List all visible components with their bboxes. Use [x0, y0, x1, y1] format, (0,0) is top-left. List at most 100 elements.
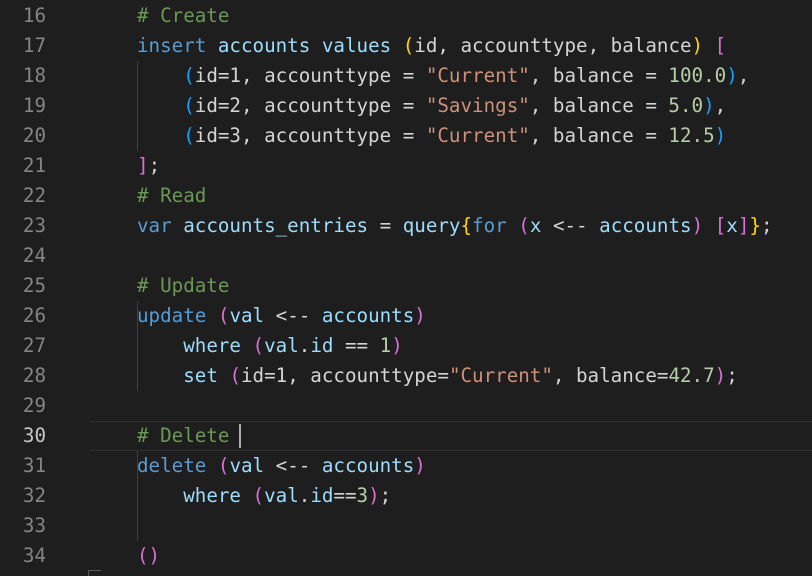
code-token: , balance= [552, 364, 669, 387]
code-token: "Current" [448, 364, 553, 387]
line-number: 29 [22, 394, 46, 417]
code-line[interactable]: set (id=1, accounttype="Current", balanc… [90, 361, 812, 391]
code-token: ) [691, 34, 704, 57]
code-line[interactable]: # Create [90, 1, 812, 31]
code-editor[interactable]: 16 17 18 19 20 21 22 23 24 25 26 27 28 29 30 31 32 33 34 #… [0, 0, 812, 576]
code-line[interactable]: (id=3, accounttype = "Current", balance … [90, 121, 812, 151]
line-number: 32 [22, 484, 46, 507]
code-line[interactable]: # Read [90, 181, 812, 211]
line-number-gutter[interactable]: 16 17 18 19 20 21 22 23 24 25 26 27 28 29 30 31 32 33 34 [0, 0, 90, 576]
code-token: val [229, 304, 265, 327]
code-line[interactable]: # Delete [90, 421, 812, 451]
code-area[interactable]: # Create insert accounts values (id, acco… [90, 0, 812, 576]
line-number: 26 [22, 304, 46, 327]
code-token: [ [714, 214, 727, 237]
line-number: 31 [22, 454, 46, 477]
line-number: 19 [22, 94, 46, 117]
code-token: . [298, 484, 311, 507]
code-token: accounts [321, 304, 415, 327]
code-token: ) [726, 64, 738, 87]
code-token: , [737, 64, 750, 87]
text-cursor [239, 424, 242, 448]
code-token: == [333, 334, 380, 357]
code-token: , [714, 94, 727, 117]
code-token: accounts [321, 454, 415, 477]
code-token: ( [183, 124, 195, 147]
code-line[interactable]: (id=2, accounttype = "Savings", balance … [90, 91, 812, 121]
code-line[interactable]: update (val <-- accounts) [90, 301, 812, 331]
code-token: ) [368, 484, 380, 507]
code-token: ) [703, 94, 715, 117]
code-token: val [229, 454, 265, 477]
code-line[interactable]: insert accounts values (id, accounttype,… [90, 31, 812, 61]
code-token: ) [414, 454, 426, 477]
code-line[interactable] [90, 241, 812, 271]
code-token: set [183, 364, 218, 387]
code-token: insert [137, 34, 207, 57]
code-token: <-- [264, 454, 322, 477]
code-token: [ [714, 34, 727, 57]
code-token: , balance = [529, 124, 669, 147]
code-token: ] [737, 214, 750, 237]
code-token: accounts [217, 34, 311, 57]
code-line[interactable] [90, 391, 812, 421]
code-token: "Current" [425, 124, 530, 147]
code-token: x [726, 214, 738, 237]
code-token: # Create [137, 4, 230, 27]
code-token: # Update [137, 274, 230, 297]
indent-guide [137, 61, 138, 151]
line-number: 17 [22, 34, 46, 57]
code-token: id, accounttype, balance [414, 34, 692, 57]
line-number: 22 [22, 184, 46, 207]
code-token: <-- [541, 214, 600, 237]
code-token: ; [726, 364, 738, 387]
code-token: ; [148, 154, 161, 177]
code-token: 5.0 [668, 94, 704, 117]
code-line[interactable]: var accounts_entries = query{for (x <-- … [90, 211, 812, 241]
code-token: where [183, 484, 241, 507]
code-token: ) [691, 214, 704, 237]
code-token: ) [714, 124, 727, 147]
code-token: x [529, 214, 542, 237]
indent-guide [137, 451, 138, 541]
code-token: 42.7 [668, 364, 715, 387]
line-number: 33 [22, 514, 46, 537]
code-token: 100.0 [668, 64, 727, 87]
code-token: == [333, 484, 357, 507]
code-line[interactable]: delete (val <-- accounts) [90, 451, 812, 481]
code-line[interactable] [90, 511, 812, 541]
code-line[interactable]: ]; [90, 151, 812, 181]
code-token: 1 [379, 334, 392, 357]
code-line[interactable]: (id=1, accounttype = "Current", balance … [90, 61, 812, 91]
code-line[interactable]: # Update [90, 271, 812, 301]
code-token: ( [402, 34, 415, 57]
code-line[interactable]: where (val.id == 1) [90, 331, 812, 361]
code-token: <-- [264, 304, 322, 327]
line-number: 18 [22, 64, 46, 87]
code-token: ( [183, 64, 195, 87]
code-line[interactable]: where (val.id==3); [90, 481, 812, 511]
code-token: } [749, 214, 761, 237]
line-number: 23 [22, 214, 46, 237]
line-number: 27 [22, 334, 46, 357]
code-token: ( [252, 334, 265, 357]
code-token: , balance = [529, 64, 669, 87]
code-token: update [137, 304, 207, 327]
line-number: 20 [22, 124, 46, 147]
code-token: id=3, accounttype = [194, 124, 426, 147]
code-token: ; [379, 484, 392, 507]
code-line[interactable]: () [90, 541, 812, 571]
code-token: ( [229, 364, 241, 387]
folding-corner-mark [88, 570, 101, 576]
